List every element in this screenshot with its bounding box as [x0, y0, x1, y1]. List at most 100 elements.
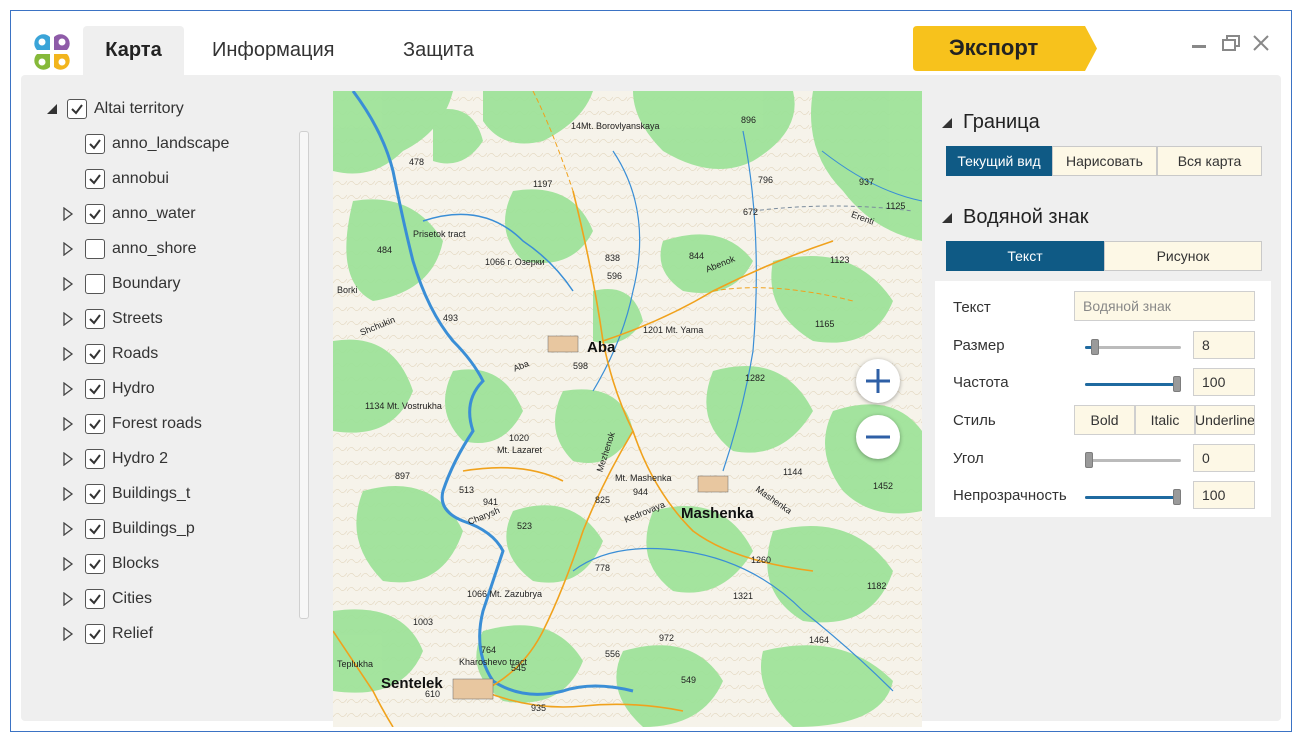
checkbox[interactable]: [85, 204, 105, 224]
layer-label: anno_landscape: [112, 135, 230, 152]
collapse-arrow-icon[interactable]: [45, 102, 59, 116]
expand-arrow-icon[interactable]: [61, 487, 75, 501]
current-view-button[interactable]: Текущий вид: [946, 146, 1052, 176]
layer-item[interactable]: Roads: [61, 341, 158, 367]
checkbox[interactable]: [85, 484, 105, 504]
watermark-section-title[interactable]: Водяной знак: [941, 206, 1089, 229]
slider-thumb[interactable]: [1173, 376, 1181, 392]
layer-item[interactable]: Hydro: [61, 376, 155, 402]
check-icon: [89, 629, 101, 640]
expand-arrow-icon[interactable]: [61, 522, 75, 536]
layer-item[interactable]: Buildings_t: [61, 481, 190, 507]
checkbox[interactable]: [67, 99, 87, 119]
angle-slider[interactable]: [1085, 452, 1181, 468]
expand-arrow-icon[interactable]: [61, 627, 75, 641]
expand-arrow-icon[interactable]: [61, 347, 75, 361]
expand-arrow-icon[interactable]: [61, 242, 75, 256]
map-label: 896: [741, 115, 757, 125]
expand-arrow-icon[interactable]: [61, 452, 75, 466]
main-panel: Altai territory anno_landscapeannobui ann…: [21, 75, 1281, 727]
map-label: Prisetok tract: [413, 229, 466, 239]
tab-protection[interactable]: Защита: [383, 26, 494, 74]
layer-label: anno_water: [112, 205, 196, 222]
collapse-arrow-icon[interactable]: [941, 117, 953, 129]
export-button[interactable]: Экспорт: [913, 26, 1097, 71]
zoom-out-button[interactable]: [856, 415, 900, 459]
layer-tree: Altai territory anno_landscapeannobui ann…: [21, 75, 321, 721]
expand-arrow-icon[interactable]: [61, 557, 75, 571]
tree-scrollbar[interactable]: [299, 131, 309, 619]
expand-arrow-icon[interactable]: [61, 207, 75, 221]
opacity-slider[interactable]: [1085, 489, 1181, 505]
italic-button[interactable]: Italic: [1135, 405, 1195, 435]
collapse-arrow-icon[interactable]: [941, 212, 953, 224]
checkbox[interactable]: [85, 519, 105, 539]
opacity-value[interactable]: 100: [1193, 481, 1255, 509]
close-icon[interactable]: [1251, 33, 1271, 53]
checkbox[interactable]: [85, 379, 105, 399]
checkbox[interactable]: [85, 449, 105, 469]
layer-item[interactable]: Blocks: [61, 551, 159, 577]
draw-button[interactable]: Нарисовать: [1052, 146, 1157, 176]
layer-item[interactable]: Relief: [61, 621, 153, 647]
tab-text[interactable]: Текст: [946, 241, 1104, 271]
map-label: Mt. Lazaret: [497, 445, 543, 455]
map-label: 1452: [873, 481, 894, 491]
map-label: 1123: [830, 255, 850, 265]
frequency-value[interactable]: 100: [1193, 368, 1255, 396]
expand-arrow-icon[interactable]: [61, 382, 75, 396]
slider-thumb[interactable]: [1085, 452, 1093, 468]
checkbox[interactable]: [85, 274, 105, 294]
border-section-title[interactable]: Граница: [941, 111, 1040, 134]
layer-item[interactable]: anno_shore: [61, 236, 197, 262]
slider-thumb[interactable]: [1173, 489, 1181, 505]
map-label: 1321: [733, 591, 754, 601]
checkbox[interactable]: [85, 239, 105, 259]
size-slider[interactable]: [1085, 339, 1181, 355]
slider-thumb[interactable]: [1090, 339, 1099, 355]
tab-image[interactable]: Рисунок: [1104, 241, 1262, 271]
map-view[interactable]: 14Mt. Borovlyanskaya 896 478 1197 796 937 672 1…: [333, 91, 922, 727]
checkbox[interactable]: [85, 134, 105, 154]
checkbox[interactable]: [85, 589, 105, 609]
layer-item[interactable]: Hydro 2: [61, 446, 168, 472]
map-label: 937: [859, 177, 875, 187]
zoom-in-button[interactable]: [856, 359, 900, 403]
map-label: 1165: [815, 319, 835, 329]
frequency-slider[interactable]: [1085, 376, 1181, 392]
layer-item[interactable]: anno_water: [61, 201, 196, 227]
underline-button[interactable]: Underline: [1195, 405, 1255, 435]
checkbox[interactable]: [85, 309, 105, 329]
watermark-text-input[interactable]: Водяной знак: [1074, 291, 1255, 321]
size-value[interactable]: 8: [1193, 331, 1255, 359]
checkbox[interactable]: [85, 414, 105, 434]
checkbox[interactable]: [85, 554, 105, 574]
layer-item[interactable]: Cities: [61, 586, 152, 612]
map-label: 838: [605, 253, 621, 263]
angle-value[interactable]: 0: [1193, 444, 1255, 472]
layer-item[interactable]: annobui: [61, 166, 169, 192]
tab-map[interactable]: Карта: [83, 26, 184, 76]
tab-information[interactable]: Информация: [192, 26, 354, 74]
layer-item[interactable]: Buildings_p: [61, 516, 195, 542]
whole-map-button[interactable]: Вся карта: [1157, 146, 1262, 176]
layer-item[interactable]: Streets: [61, 306, 163, 332]
checkbox[interactable]: [85, 624, 105, 644]
expand-arrow-icon[interactable]: [61, 417, 75, 431]
restore-icon[interactable]: [1221, 33, 1241, 53]
map-city-label: Aba: [587, 339, 616, 356]
expand-arrow-icon[interactable]: [61, 592, 75, 606]
minimize-icon[interactable]: [1189, 33, 1209, 53]
checkbox[interactable]: [85, 344, 105, 364]
layer-item[interactable]: Forest roads: [61, 411, 202, 437]
layer-item[interactable]: anno_landscape: [61, 131, 229, 157]
checkbox[interactable]: [85, 169, 105, 189]
border-title: Граница: [963, 111, 1040, 133]
bold-button[interactable]: Bold: [1074, 405, 1135, 435]
expand-arrow-icon[interactable]: [61, 312, 75, 326]
layer-item[interactable]: Boundary: [61, 271, 181, 297]
tree-root[interactable]: Altai territory: [45, 96, 184, 122]
expand-arrow-icon[interactable]: [61, 277, 75, 291]
map-label: Mt. Mashenka: [615, 473, 672, 483]
